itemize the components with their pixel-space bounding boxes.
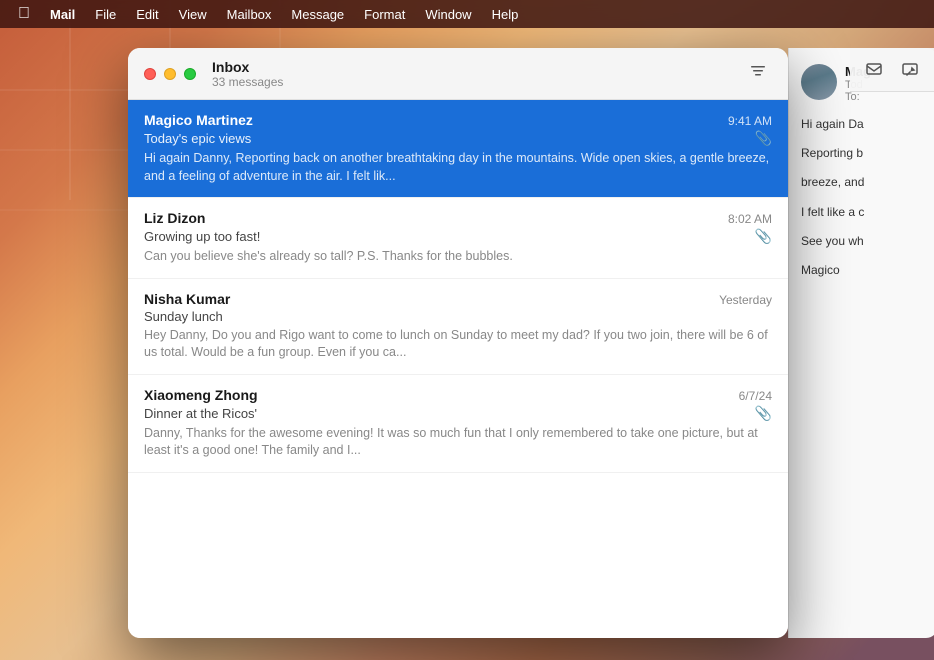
preview-body: Hi again Da Reporting b breeze, and I fe… — [801, 115, 926, 280]
preview-body-line4: I felt like a c — [801, 203, 926, 222]
message-preview: Hi again Danny, Reporting back on anothe… — [144, 150, 772, 185]
preview-body-line1: Hi again Da — [801, 115, 926, 134]
message-row[interactable]: Xiaomeng Zhong 6/7/24 Dinner at the Rico… — [128, 375, 788, 473]
attachment-icon: 📎 — [755, 228, 772, 245]
attachment-icon: 📎 — [755, 130, 772, 147]
message-time: Yesterday — [719, 293, 772, 307]
preview-body-line6: Magico — [801, 261, 926, 280]
window-titlebar: Inbox 33 messages — [128, 48, 788, 100]
compose-icon — [864, 60, 884, 80]
menubar-item-mailbox[interactable]: Mailbox — [217, 0, 282, 28]
maximize-button[interactable] — [184, 68, 196, 80]
message-time: 8:02 AM — [728, 212, 772, 226]
message-subject: Today's epic views — [144, 131, 251, 146]
menubar-item-format[interactable]: Format — [354, 0, 415, 28]
window-toolbar-actions — [850, 48, 934, 92]
preview-to: To: — [845, 91, 871, 103]
menubar-item-file[interactable]: File — [85, 0, 126, 28]
message-subject: Growing up too fast! — [144, 229, 260, 244]
message-list[interactable]: Magico Martinez 9:41 AM Today's epic vie… — [128, 100, 788, 638]
menubar-item-message[interactable]: Message — [281, 0, 354, 28]
message-count: 33 messages — [212, 75, 744, 89]
minimize-button[interactable] — [164, 68, 176, 80]
preview-body-line5: See you wh — [801, 232, 926, 251]
message-row[interactable]: Liz Dizon 8:02 AM Growing up too fast! 📎… — [128, 198, 788, 279]
compose-button[interactable] — [858, 54, 890, 86]
menubar-item-window[interactable]: Window — [415, 0, 481, 28]
close-button[interactable] — [144, 68, 156, 80]
mail-window: Inbox 33 messages Magico Martinez 9:41 A… — [128, 48, 788, 638]
new-message-icon — [900, 60, 920, 80]
apple-logo-icon:  — [18, 5, 30, 23]
menubar-item-edit[interactable]: Edit — [126, 0, 168, 28]
email-preview-panel: Mag Tod To: Hi again Da Reporting b bree… — [788, 48, 934, 638]
filter-button[interactable] — [744, 60, 772, 88]
message-time: 6/7/24 — [739, 389, 772, 403]
menubar-item-mail[interactable]: Mail — [40, 0, 85, 28]
message-preview: Hey Danny, Do you and Rigo want to come … — [144, 327, 772, 362]
preview-body-line2: Reporting b — [801, 144, 926, 163]
titlebar-actions — [744, 60, 772, 88]
message-sender: Nisha Kumar — [144, 291, 230, 307]
titlebar-info: Inbox 33 messages — [212, 59, 744, 89]
new-message-button[interactable] — [894, 54, 926, 86]
message-subject: Sunday lunch — [144, 309, 223, 324]
preview-body-line3: breeze, and — [801, 173, 926, 192]
attachment-icon: 📎 — [755, 405, 772, 422]
window-title: Inbox — [212, 59, 744, 75]
sender-avatar — [801, 64, 837, 100]
filter-icon — [749, 62, 767, 85]
message-preview: Can you believe she's already so tall? P… — [144, 248, 772, 266]
message-sender: Magico Martinez — [144, 112, 253, 128]
message-time: 9:41 AM — [728, 114, 772, 128]
message-row[interactable]: Nisha Kumar Yesterday Sunday lunch Hey D… — [128, 279, 788, 375]
apple-menu[interactable]:  — [8, 0, 40, 28]
traffic-lights — [144, 68, 196, 80]
menubar-item-view[interactable]: View — [169, 0, 217, 28]
menubar:  Mail File Edit View Mailbox Message Fo… — [0, 0, 934, 28]
message-preview: Danny, Thanks for the awesome evening! I… — [144, 425, 772, 460]
message-sender: Xiaomeng Zhong — [144, 387, 258, 403]
menubar-item-help[interactable]: Help — [482, 0, 529, 28]
message-row[interactable]: Magico Martinez 9:41 AM Today's epic vie… — [128, 100, 788, 198]
message-sender: Liz Dizon — [144, 210, 205, 226]
message-subject: Dinner at the Ricos' — [144, 406, 257, 421]
